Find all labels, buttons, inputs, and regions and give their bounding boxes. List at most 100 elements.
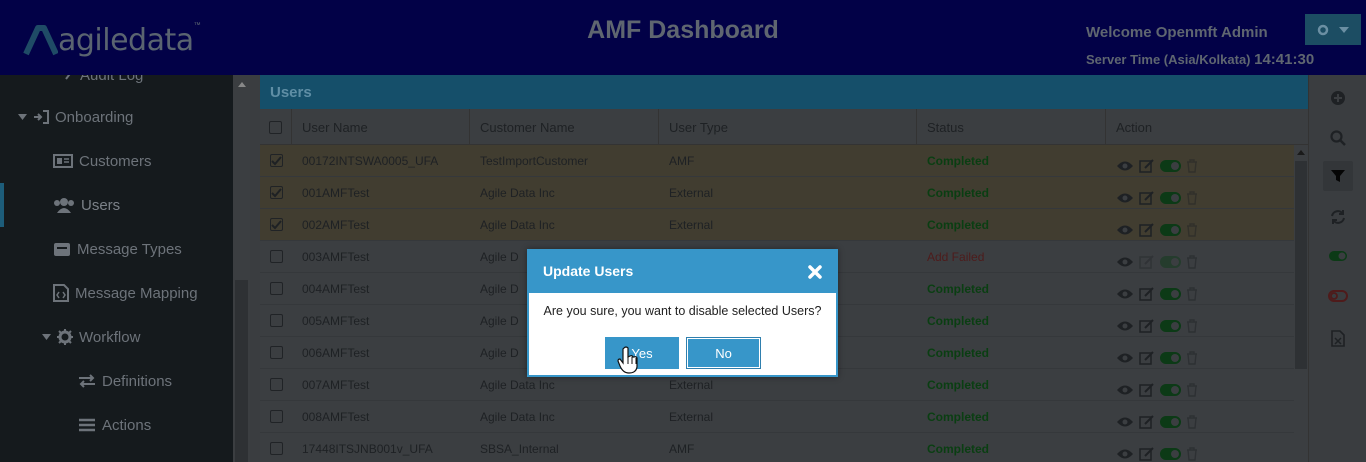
user-name-cell: 002AMFTest: [302, 217, 370, 232]
column-header-user-type[interactable]: User Type: [659, 109, 917, 145]
eye-icon[interactable]: [1116, 416, 1134, 428]
row-checkbox-cell: [260, 241, 292, 273]
sign-in-icon: [33, 110, 49, 124]
edit-icon[interactable]: [1139, 254, 1155, 269]
edit-icon[interactable]: [1139, 414, 1155, 429]
eye-icon[interactable]: [1116, 192, 1134, 204]
trash-icon[interactable]: [1186, 254, 1198, 269]
sidebar-item-workflow[interactable]: Workflow: [0, 315, 233, 359]
refresh-button[interactable]: [1323, 202, 1353, 232]
add-button[interactable]: [1323, 83, 1353, 113]
edit-icon[interactable]: [1139, 318, 1155, 333]
hand-cursor-icon: [617, 346, 639, 374]
edit-icon[interactable]: [1139, 222, 1155, 237]
status-toggle[interactable]: [1160, 319, 1181, 332]
edit-icon[interactable]: [1139, 446, 1155, 461]
row-checkbox[interactable]: [269, 218, 283, 231]
status-badge: Completed: [927, 409, 990, 424]
edit-icon[interactable]: [1139, 382, 1155, 397]
eye-icon[interactable]: [1116, 352, 1134, 364]
row-checkbox[interactable]: [269, 186, 283, 199]
status-toggle[interactable]: [1160, 287, 1181, 300]
scroll-up-icon[interactable]: [1297, 150, 1305, 155]
users-icon: [53, 197, 75, 213]
sidebar-scrollbar[interactable]: [233, 75, 250, 462]
row-checkbox[interactable]: [269, 346, 283, 359]
table-row[interactable]: 00172INTSWA0005_UFA TestImportCustomer AMF…: [260, 145, 1294, 177]
trash-icon[interactable]: [1186, 414, 1198, 429]
sidebar-item-message-types[interactable]: Message Types: [0, 227, 233, 271]
trash-icon[interactable]: [1186, 286, 1198, 301]
column-header-user-name[interactable]: User Name: [292, 109, 470, 145]
disable-selected-button[interactable]: [1323, 281, 1353, 311]
status-toggle[interactable]: [1160, 159, 1181, 172]
edit-icon[interactable]: [1139, 158, 1155, 173]
table-scrollbar[interactable]: [1294, 145, 1308, 462]
eye-icon[interactable]: [1116, 448, 1134, 460]
app-header: agiledata ™ AMF Dashboard Welcome Openmf…: [0, 0, 1366, 75]
edit-icon[interactable]: [1139, 286, 1155, 301]
scroll-up-icon[interactable]: [238, 82, 246, 87]
eye-icon[interactable]: [1116, 384, 1134, 396]
eye-icon[interactable]: [1116, 224, 1134, 236]
enable-selected-button[interactable]: [1323, 241, 1353, 271]
sidebar-item-onboarding[interactable]: Onboarding: [0, 95, 233, 139]
export-excel-button[interactable]: [1323, 323, 1353, 353]
eye-icon[interactable]: [1116, 320, 1134, 332]
status-toggle[interactable]: [1160, 223, 1181, 236]
gear-icon: [57, 329, 73, 345]
sidebar-item-label: Workflow: [79, 328, 141, 346]
trash-icon[interactable]: [1186, 158, 1198, 173]
close-icon[interactable]: [808, 265, 822, 279]
row-checkbox[interactable]: [269, 314, 283, 327]
search-button[interactable]: [1323, 123, 1353, 153]
table-row[interactable]: 002AMFTest Agile Data Inc External Complete…: [260, 209, 1294, 241]
status-toggle[interactable]: [1160, 351, 1181, 364]
sidebar-item-message-mapping[interactable]: Message Mapping: [0, 271, 233, 315]
no-button[interactable]: No: [686, 337, 761, 369]
select-all-checkbox[interactable]: [269, 120, 282, 134]
sidebar-item-actions[interactable]: Actions: [0, 403, 233, 447]
column-header-customer-name[interactable]: Customer Name: [470, 109, 659, 145]
sidebar-item-customers[interactable]: Customers: [0, 139, 233, 183]
status-toggle[interactable]: [1160, 383, 1181, 396]
scrollbar-thumb[interactable]: [235, 280, 248, 462]
status-toggle[interactable]: [1160, 255, 1181, 268]
table-row[interactable]: 001AMFTest Agile Data Inc External Complete…: [260, 177, 1294, 209]
trash-icon[interactable]: [1186, 190, 1198, 205]
row-checkbox[interactable]: [269, 282, 283, 295]
status-toggle[interactable]: [1160, 191, 1181, 204]
sidebar-item-definitions[interactable]: Definitions: [0, 359, 233, 403]
trash-icon[interactable]: [1186, 350, 1198, 365]
filter-button[interactable]: [1323, 161, 1353, 191]
row-actions: [1106, 145, 1294, 177]
status-toggle[interactable]: [1160, 415, 1181, 428]
sidebar-item-label: Onboarding: [55, 108, 134, 126]
row-checkbox[interactable]: [269, 250, 283, 263]
trash-icon[interactable]: [1186, 382, 1198, 397]
status-badge: Completed: [927, 153, 990, 168]
settings-dropdown-button[interactable]: [1305, 14, 1361, 45]
row-checkbox[interactable]: [269, 378, 283, 391]
trash-icon[interactable]: [1186, 222, 1198, 237]
table-row[interactable]: 17448ITSJNB001v_UFA SBSA_Internal AMF Compl…: [260, 433, 1294, 462]
sidebar-item-users[interactable]: Users: [0, 183, 233, 227]
status-toggle[interactable]: [1160, 447, 1181, 460]
eye-icon[interactable]: [1116, 288, 1134, 300]
scrollbar-thumb[interactable]: [1295, 161, 1307, 369]
row-checkbox[interactable]: [269, 442, 283, 455]
status-badge: Add Failed: [927, 249, 985, 264]
edit-icon[interactable]: [1139, 350, 1155, 365]
column-header-status[interactable]: Status: [917, 109, 1106, 145]
eye-icon[interactable]: [1116, 256, 1134, 268]
customer-name-cell: TestImportCustomer: [480, 153, 589, 168]
table-row[interactable]: 008AMFTest Agile Data Inc External Complete…: [260, 401, 1294, 433]
trash-icon[interactable]: [1186, 318, 1198, 333]
trash-icon[interactable]: [1186, 446, 1198, 461]
row-actions: [1106, 209, 1294, 241]
edit-icon[interactable]: [1139, 190, 1155, 205]
eye-icon[interactable]: [1116, 160, 1134, 172]
sidebar-item-audit-log[interactable]: Audit Log: [0, 75, 233, 97]
row-checkbox[interactable]: [269, 410, 283, 423]
row-checkbox[interactable]: [269, 154, 283, 167]
